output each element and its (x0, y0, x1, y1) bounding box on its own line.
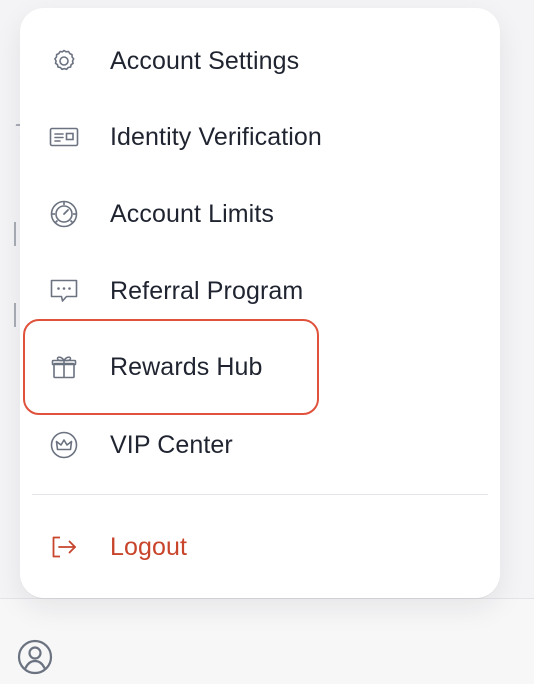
menu-item-vip-center[interactable]: VIP Center (40, 414, 480, 474)
menu-item-rewards-hub[interactable]: Rewards Hub (40, 336, 480, 396)
gauge-icon (48, 198, 80, 230)
menu-item-label: Referral Program (110, 277, 304, 305)
menu-item-label: Account Limits (110, 200, 274, 228)
crown-icon (48, 429, 80, 461)
logout-button[interactable]: Logout (40, 516, 480, 576)
menu-item-label: Identity Verification (110, 123, 322, 151)
logout-label: Logout (110, 533, 188, 561)
chat-bubble-icon (48, 275, 80, 307)
gift-icon (48, 351, 80, 383)
logout-icon (48, 531, 80, 563)
user-circle-icon[interactable] (17, 639, 53, 675)
menu-item-account-limits[interactable]: Account Limits (40, 183, 480, 243)
menu-item-referral-program[interactable]: Referral Program (40, 260, 480, 320)
menu-item-label: Rewards Hub (110, 353, 263, 381)
menu-item-account-settings[interactable]: Account Settings (40, 30, 480, 90)
account-menu-dropdown: Account Settings Identity Verification A… (20, 8, 500, 598)
menu-divider (32, 494, 488, 495)
menu-item-label: VIP Center (110, 431, 233, 459)
gear-icon (48, 45, 80, 77)
bottom-nav-area (0, 599, 534, 684)
menu-item-label: Account Settings (110, 47, 300, 75)
id-card-icon (48, 121, 80, 153)
menu-item-identity-verification[interactable]: Identity Verification (40, 106, 480, 166)
